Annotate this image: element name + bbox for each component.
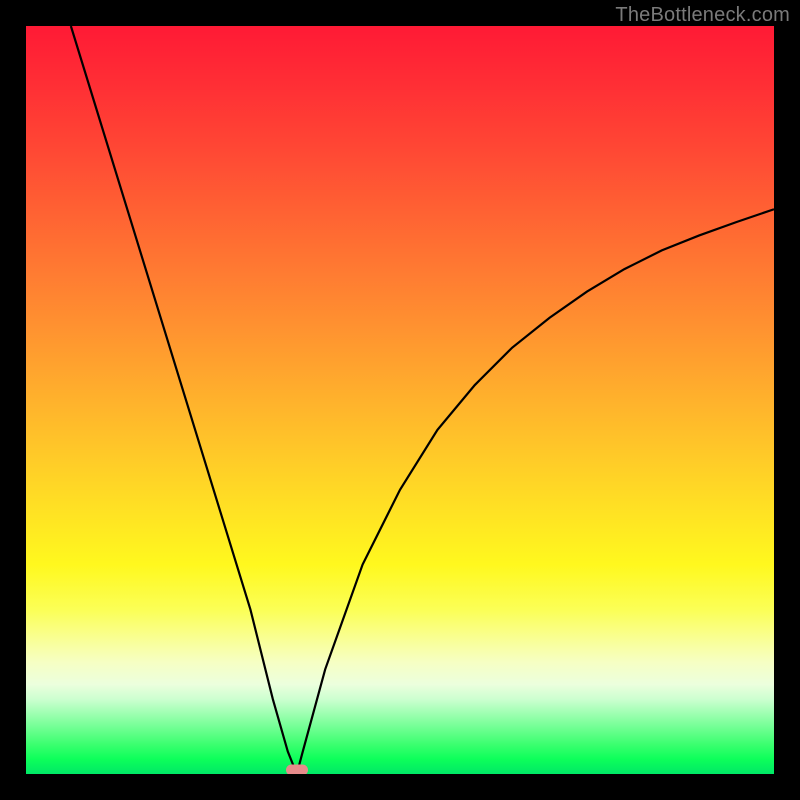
plot-area xyxy=(26,26,774,774)
bottleneck-curve xyxy=(26,26,774,774)
watermark-text: TheBottleneck.com xyxy=(615,4,790,27)
chart-frame: TheBottleneck.com xyxy=(0,0,800,800)
optimal-point-marker xyxy=(286,764,308,774)
